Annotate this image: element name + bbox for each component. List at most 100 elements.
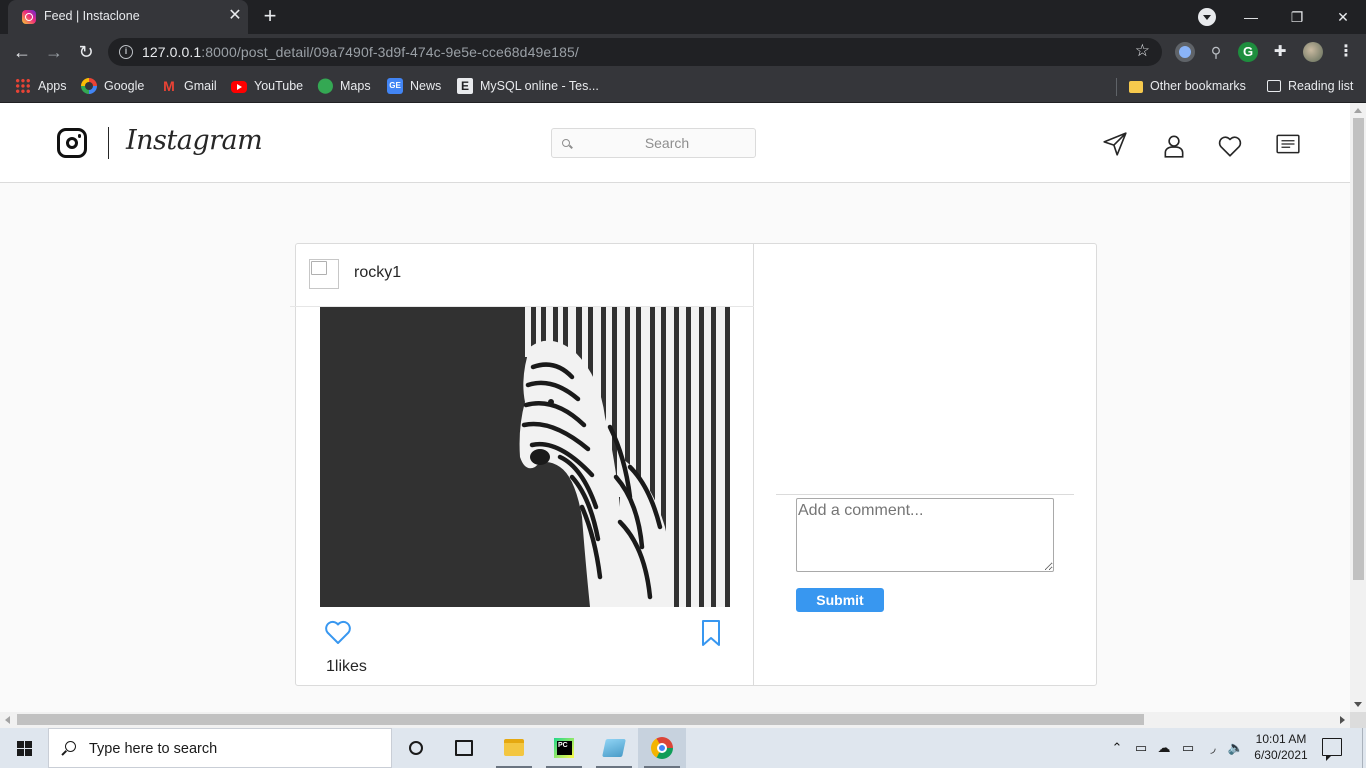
scroll-up-arrow-icon[interactable] xyxy=(1354,108,1362,113)
reading-list[interactable]: Reading list xyxy=(1267,77,1353,95)
instagram-favicon-icon xyxy=(22,10,36,24)
post-image[interactable] xyxy=(320,307,730,607)
wifi-icon[interactable]: ◞ xyxy=(1202,728,1224,768)
post-media-panel: rocky1 1likes xyxy=(290,244,754,685)
scrollbar-corner xyxy=(1350,712,1366,728)
reading-list-icon xyxy=(1267,80,1281,92)
show-hidden-icons-button[interactable]: ⌃ xyxy=(1106,728,1128,768)
feed-icon[interactable] xyxy=(1275,131,1301,157)
bookmark-mysql[interactable]: E MySQL online - Tes... xyxy=(457,77,599,95)
bookmark-label: MySQL online - Tes... xyxy=(480,79,599,93)
file-explorer-button[interactable] xyxy=(490,728,538,768)
search-icon xyxy=(65,741,76,752)
profile-avatar[interactable] xyxy=(1303,42,1323,62)
vertical-scroll-thumb[interactable] xyxy=(1353,118,1364,580)
bookmark-label: Maps xyxy=(340,79,371,93)
horizontal-scrollbar[interactable] xyxy=(0,712,1350,728)
url-text[interactable]: 127.0.0.1:8000/post_detail/09a7490f-3d9f… xyxy=(142,44,579,60)
bookmark-star-icon[interactable]: ☆ xyxy=(1135,41,1150,61)
scroll-left-arrow-icon[interactable] xyxy=(5,716,10,724)
meet-now-icon[interactable]: ▭ xyxy=(1130,728,1152,768)
google-icon xyxy=(81,78,97,94)
chrome-button[interactable] xyxy=(638,728,686,768)
bookmark-apps[interactable]: Apps xyxy=(15,77,67,95)
logo-divider xyxy=(108,127,109,159)
clock-time: 10:01 AM xyxy=(1255,732,1307,746)
window-restore-button[interactable]: ❐ xyxy=(1274,0,1320,34)
back-button[interactable]: ← xyxy=(10,40,34,64)
window-minimize-button[interactable]: — xyxy=(1228,0,1274,34)
instagram-logo-icon[interactable] xyxy=(57,128,87,158)
folder-icon xyxy=(1129,81,1143,93)
address-bar[interactable]: i 127.0.0.1:8000/post_detail/09a7490f-3d… xyxy=(108,38,1162,66)
horizontal-scroll-thumb[interactable] xyxy=(17,714,1144,725)
profile-icon[interactable] xyxy=(1161,133,1187,159)
submit-comment-button[interactable]: Submit xyxy=(796,588,884,612)
grammarly-extension-icon[interactable]: G xyxy=(1238,42,1258,62)
extension-people-icon[interactable]: ⚲ xyxy=(1206,42,1226,62)
scroll-right-arrow-icon[interactable] xyxy=(1340,716,1345,724)
extensions-puzzle-icon[interactable]: ✚ xyxy=(1270,42,1290,62)
maps-pin-icon: ⬤ xyxy=(317,77,334,94)
e-letter-icon: E xyxy=(457,78,473,94)
file-explorer-icon xyxy=(504,739,524,756)
taskbar-search-box[interactable]: Type here to search xyxy=(48,728,392,768)
bookmark-maps[interactable]: ⬤ Maps xyxy=(317,77,371,95)
heart-icon[interactable] xyxy=(1217,133,1243,159)
tab-search-icon[interactable] xyxy=(1198,8,1216,26)
site-info-icon[interactable]: i xyxy=(119,45,133,59)
bookmark-gmail[interactable]: M Gmail xyxy=(161,77,217,95)
taskbar-search-text: Type here to search xyxy=(89,741,218,757)
battery-icon[interactable]: ▭ xyxy=(1177,728,1199,768)
browser-menu-icon[interactable]: ⋮ xyxy=(1336,42,1356,62)
bookmark-save-icon[interactable] xyxy=(700,619,722,647)
show-desktop-button[interactable] xyxy=(1362,728,1366,768)
notifications-icon[interactable] xyxy=(1322,738,1342,761)
url-path: :8000/post_detail/09a7490f-3d9f-474c-9e5… xyxy=(201,44,579,60)
search-box[interactable] xyxy=(551,128,756,158)
instagram-wordmark[interactable]: Instagram xyxy=(126,125,263,156)
reading-list-label: Reading list xyxy=(1288,79,1354,93)
bookmark-news[interactable]: GE News xyxy=(387,77,441,95)
windows-logo-icon xyxy=(17,741,32,756)
bookmarks-separator xyxy=(1116,78,1117,96)
forward-button[interactable]: → xyxy=(42,40,66,64)
notes-app-button[interactable] xyxy=(590,728,638,768)
windows-taskbar: Type here to search ⌃ ▭ ☁ ▭ ◞ 🔈 10:01 AM… xyxy=(0,728,1366,768)
scroll-down-arrow-icon[interactable] xyxy=(1354,702,1362,707)
browser-tab-strip: Feed | Instaclone ✕ + — ❐ ✕ xyxy=(0,0,1366,34)
comment-input[interactable] xyxy=(796,498,1054,572)
new-tab-button[interactable]: + xyxy=(258,5,282,29)
bookmark-label: Google xyxy=(104,79,145,93)
send-icon[interactable] xyxy=(1102,131,1128,157)
extension-circle-icon[interactable] xyxy=(1175,42,1195,62)
bookmark-google[interactable]: Google xyxy=(81,77,144,95)
clock-date: 6/30/2021 xyxy=(1254,748,1308,762)
task-view-button[interactable] xyxy=(440,728,488,768)
taskbar-clock[interactable]: 10:01 AM 6/30/2021 xyxy=(1244,731,1318,763)
reload-button[interactable]: ↻ xyxy=(74,40,98,64)
user-avatar[interactable] xyxy=(309,259,339,289)
cortana-button[interactable] xyxy=(392,728,440,768)
post-comments-panel: Submit xyxy=(754,244,1096,685)
likes-count: 1likes xyxy=(326,658,367,675)
browser-tab-active[interactable]: Feed | Instaclone ✕ xyxy=(8,0,248,34)
post-username[interactable]: rocky1 xyxy=(354,264,401,282)
bookmark-label: News xyxy=(410,79,442,93)
window-close-button[interactable]: ✕ xyxy=(1320,0,1366,34)
like-heart-icon[interactable] xyxy=(324,619,352,645)
start-button[interactable] xyxy=(0,728,48,768)
bookmark-youtube[interactable]: YouTube xyxy=(231,77,303,95)
tab-close-icon[interactable]: ✕ xyxy=(226,6,244,26)
page-viewport: Instagram rocky1 xyxy=(0,103,1350,712)
apps-grid-icon xyxy=(15,78,31,94)
youtube-icon xyxy=(231,81,247,93)
other-bookmarks[interactable]: Other bookmarks xyxy=(1129,77,1246,95)
pycharm-icon xyxy=(554,738,574,758)
app-header: Instagram xyxy=(0,103,1350,183)
search-input[interactable] xyxy=(582,129,752,157)
url-host: 127.0.0.1 xyxy=(142,44,202,60)
onedrive-cloud-icon[interactable]: ☁ xyxy=(1153,728,1175,768)
pycharm-button[interactable] xyxy=(540,728,588,768)
vertical-scrollbar[interactable] xyxy=(1350,103,1366,712)
